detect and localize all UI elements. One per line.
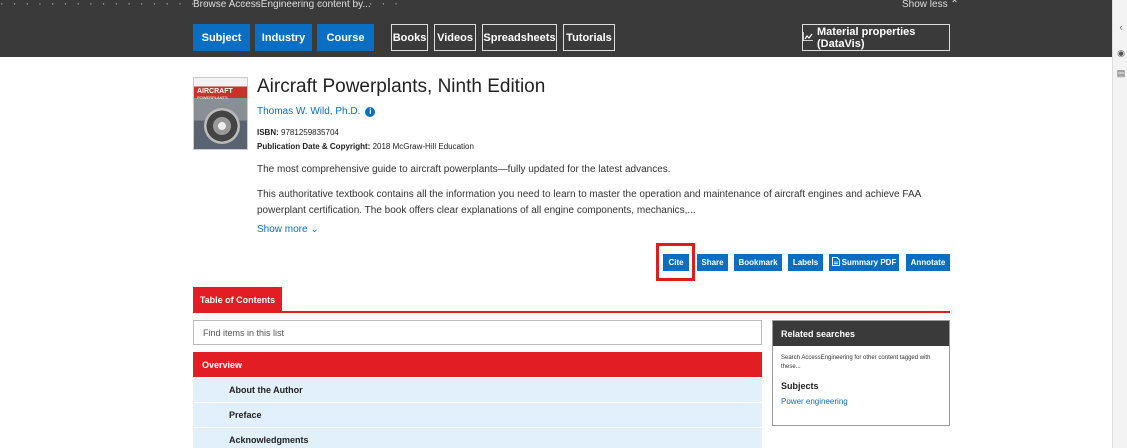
toc-overview-item[interactable]: Overview (193, 352, 762, 377)
share-button[interactable]: Share (697, 254, 728, 271)
material-properties-button[interactable]: Material properties (DataVis) (802, 24, 950, 51)
subjects-label: Subjects (781, 381, 819, 391)
isbn-line: ISBN: 9781259835704 (257, 128, 339, 137)
cover-engine-graphic (204, 108, 240, 144)
right-rail: ‹ ◉ ▤ (1112, 0, 1127, 448)
tab-books[interactable]: Books (391, 24, 428, 51)
book-description: This authoritative textbook contains all… (257, 189, 921, 216)
related-description: Search AccessEngineering for other conte… (781, 355, 931, 370)
tab-videos[interactable]: Videos (434, 24, 476, 51)
related-searches-panel: Related searches Search AccessEngineerin… (772, 320, 950, 426)
show-more-link[interactable]: Show more ⌄ (257, 224, 319, 235)
tab-industry[interactable]: Industry (255, 24, 312, 51)
cover-title: AIRCRAFT (197, 88, 233, 95)
chart-icon (802, 31, 813, 44)
eye-icon[interactable]: ◉ (1116, 48, 1126, 58)
tab-spreadsheets[interactable]: Spreadsheets (482, 24, 557, 51)
tab-tutorials[interactable]: Tutorials (563, 24, 615, 51)
annotate-button[interactable]: Annotate (906, 254, 950, 271)
tab-table-of-contents[interactable]: Table of Contents (193, 287, 282, 312)
book-title: Aircraft Powerplants, Ninth Edition (257, 76, 546, 97)
summary-pdf-button[interactable]: Summary PDF (829, 254, 899, 271)
bookmark-button[interactable]: Bookmark (734, 254, 782, 271)
toc-search-input[interactable]: Find items in this list (193, 320, 762, 345)
tab-subject[interactable]: Subject (193, 24, 250, 51)
isbn-label: ISBN: (257, 128, 279, 137)
pubdate-label: Publication Date & Copyright: (257, 142, 371, 151)
pdf-icon (831, 257, 840, 268)
isbn-value: 9781259835704 (281, 128, 339, 137)
toc-item-preface[interactable]: Preface (193, 403, 762, 427)
book-tagline: The most comprehensive guide to aircraft… (257, 164, 671, 175)
author-link[interactable]: Thomas W. Wild, Ph.D. (257, 106, 360, 117)
info-icon[interactable]: i (365, 106, 376, 117)
subject-link-power-engineering[interactable]: Power engineering (781, 397, 941, 406)
cite-highlight-box (656, 243, 695, 281)
toc-divider (193, 311, 950, 313)
material-properties-label: Material properties (DataVis) (817, 25, 916, 50)
pubdate-line: Publication Date & Copyright: 2018 McGra… (257, 142, 474, 151)
document-icon[interactable]: ▤ (1116, 68, 1126, 78)
cover-subtitle: POWERPLANTS (197, 95, 228, 100)
book-cover-image: AIRCRAFT POWERPLANTS (193, 77, 248, 150)
browse-bar: · · · · · · · · · · · · · · · · · · · · … (0, 0, 1112, 57)
show-less-link[interactable]: Show less ⌃ (902, 0, 959, 9)
toc-item-about-author[interactable]: About the Author (193, 378, 762, 402)
toc-item-acknowledgments[interactable]: Acknowledgments (193, 428, 762, 448)
related-searches-header: Related searches (773, 321, 949, 346)
labels-button[interactable]: Labels (788, 254, 823, 271)
summary-pdf-label: Summary PDF (841, 258, 897, 267)
pubdate-value: 2018 McGraw-Hill Education (372, 142, 474, 151)
tab-course[interactable]: Course (317, 24, 374, 51)
browse-label: Browse AccessEngineering content by... (193, 0, 371, 9)
collapse-icon[interactable]: ‹ (1116, 22, 1126, 32)
author-line: Thomas W. Wild, Ph.D. i (257, 106, 376, 117)
